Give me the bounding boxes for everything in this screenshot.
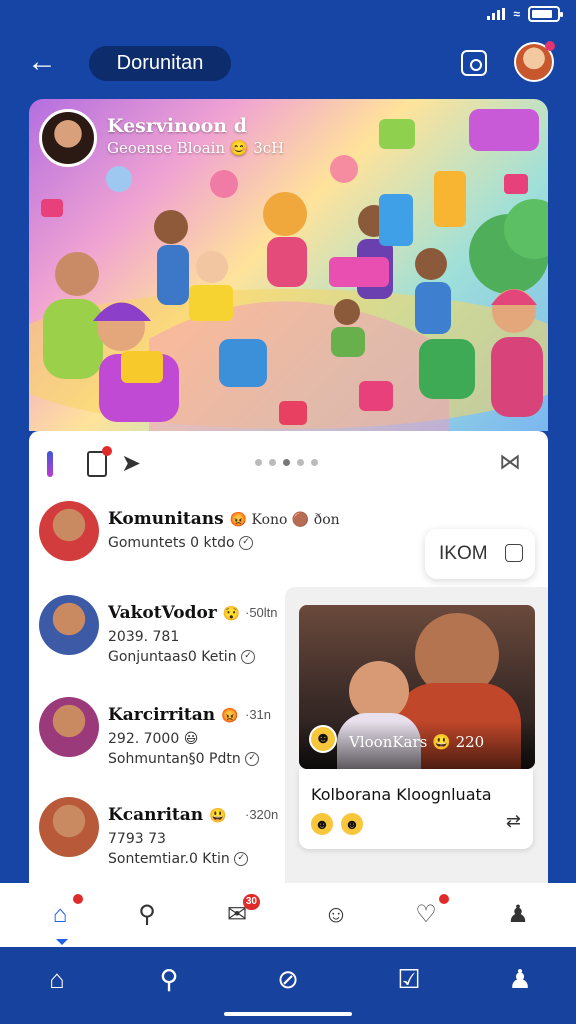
item-meta-text: Gomuntets 0 ktdo — [108, 535, 235, 551]
item-meta-2-text: Sohmuntan§0 Pdtn — [108, 751, 241, 767]
message-bubble[interactable]: Kolborana Kloognluata ☻ ☻ ⇄ — [299, 769, 533, 849]
side-panel: ☻ VloonKars 😃 220 Kolborana Kloognluata … — [285, 587, 548, 883]
item-name: Karcirritan 😡 — [108, 705, 239, 725]
hero-name: Kesrvinoon d — [107, 115, 248, 137]
item-name-text: Karcirritan — [108, 705, 216, 725]
home-indicator[interactable] — [224, 1012, 352, 1016]
home-icon[interactable]: ⌂ — [39, 961, 75, 997]
bowtie-icon[interactable]: ⋈ — [499, 449, 521, 475]
home-icon[interactable]: ⌂ — [42, 894, 83, 933]
user-icon[interactable]: ♟ — [500, 897, 536, 933]
ikom-label: IKOM — [439, 543, 488, 564]
item-name-text: Kcanritan — [108, 805, 204, 825]
community-icon[interactable]: ☺ — [318, 897, 354, 933]
battery-icon — [528, 6, 563, 22]
clipboard-badge — [102, 446, 112, 456]
square-icon[interactable] — [505, 544, 523, 562]
notification-dot — [545, 41, 555, 51]
accent-bar — [47, 451, 53, 477]
hero-banner: Kesrvinoon d Geoense Bloain 😊 3cH — [29, 99, 548, 431]
item-name-tail: 😡 Kono 🟤 ðon — [229, 512, 340, 528]
message-icon[interactable]: ✉ 30 — [219, 894, 260, 933]
primary-nav: ⌂ ⚲ ✉ 30 ☺ ♡ ♟ — [0, 883, 576, 947]
smile-emoji-icon: ☻ — [341, 813, 363, 835]
ikom-popup[interactable]: IKOM — [425, 529, 535, 579]
check-icon: ✓ — [245, 752, 260, 766]
item-name: Kcanritan 😃 — [108, 805, 227, 825]
shuffle-icon[interactable]: ⇄ — [506, 811, 521, 832]
avatar — [39, 697, 99, 757]
item-name-tail: 😯 — [222, 606, 241, 622]
hero-avatar[interactable] — [39, 109, 97, 167]
card-toolbar: ➤ ⋈ — [29, 431, 548, 495]
message-badge: 30 — [242, 894, 260, 910]
item-meta: 292. 7000 😃 — [108, 731, 199, 747]
clipboard-icon[interactable] — [87, 446, 112, 477]
smile-emoji-icon: ☻ — [311, 813, 333, 835]
item-name: Komunitans 😡 Kono 🟤 ðon — [108, 509, 340, 529]
check-icon: ✓ — [234, 852, 249, 866]
check-icon: ✓ — [241, 650, 256, 664]
heart-icon[interactable]: ♡ — [408, 894, 449, 933]
item-name-text: Komunitans — [108, 509, 224, 529]
send-icon[interactable]: ➤ — [121, 449, 141, 478]
wifi-icon: ≈ — [513, 7, 520, 21]
photo-caption: VloonKars 😃 220 — [349, 733, 485, 751]
community-card: ➤ ⋈ Komunitans 😡 Kono 🟤 ðon Gomuntets 0 … — [29, 431, 548, 883]
item-time: ·50ltn — [245, 605, 278, 620]
header-avatar[interactable] — [514, 41, 555, 82]
heart-badge — [439, 894, 449, 904]
item-meta-2-text: Gonjuntaas0 Ketin — [108, 649, 237, 665]
item-meta-2: Sontemtiar.0 Ktin ✓ — [108, 851, 249, 867]
item-name-text: VakotVodor — [108, 603, 217, 623]
user-icon[interactable]: ♟ — [502, 961, 538, 997]
item-time: ·320n — [245, 807, 279, 822]
item-time: ·31n — [245, 707, 272, 722]
carousel-dots[interactable] — [255, 459, 318, 466]
item-meta: Gomuntets 0 ktdo ✓ — [108, 535, 253, 551]
list-item[interactable]: Kcanritan 😃 ·320n 7793 73 Sontemtiar.0 K… — [39, 797, 309, 867]
avatar — [39, 595, 99, 655]
list-item[interactable]: VakotVodor 😯 ·50ltn 2039. 781 Gonjuntaas… — [39, 595, 309, 665]
list-item[interactable]: Karcirritan 😡 ·31n 292. 7000 😃 Sohmuntan… — [39, 697, 309, 767]
item-name: VakotVodor 😯 — [108, 603, 240, 623]
item-name-tail: 😃 — [209, 808, 227, 824]
status-bar: ≈ — [487, 6, 563, 22]
smile-emoji-icon: ☻ — [309, 725, 337, 753]
camera-icon[interactable] — [461, 50, 487, 76]
inbox-icon[interactable]: ☑ — [391, 961, 427, 997]
list-item[interactable]: Komunitans 😡 Kono 🟤 ðon Gomuntets 0 ktdo… — [39, 501, 340, 571]
person-shape — [349, 661, 409, 721]
hero-subtitle: Geoense Bloain 😊 3cH — [107, 139, 285, 157]
item-meta-2-text: Sontemtiar.0 Ktin — [108, 851, 230, 867]
block-icon[interactable]: ⊘ — [270, 961, 306, 997]
avatar — [39, 501, 99, 561]
signal-icon — [487, 8, 506, 20]
check-icon: ✓ — [239, 536, 253, 550]
active-indicator — [56, 939, 68, 945]
home-badge — [73, 894, 83, 904]
back-arrow-icon[interactable]: ← — [24, 44, 60, 80]
item-meta: 2039. 781 — [108, 629, 180, 645]
avatar — [39, 797, 99, 857]
page-title: Dorunitan — [89, 46, 231, 81]
item-name-tail: 😡 — [221, 708, 239, 724]
message-text: Kolborana Kloognluata — [311, 785, 492, 804]
item-meta-2: Sohmuntan§0 Pdtn ✓ — [108, 751, 260, 767]
item-meta: 7793 73 — [108, 831, 166, 847]
search-icon[interactable]: ⚲ — [129, 897, 165, 933]
search-icon[interactable]: ⚲ — [151, 961, 187, 997]
item-meta-2: Gonjuntaas0 Ketin ✓ — [108, 649, 256, 665]
photo-card[interactable]: ☻ VloonKars 😃 220 — [299, 605, 535, 769]
